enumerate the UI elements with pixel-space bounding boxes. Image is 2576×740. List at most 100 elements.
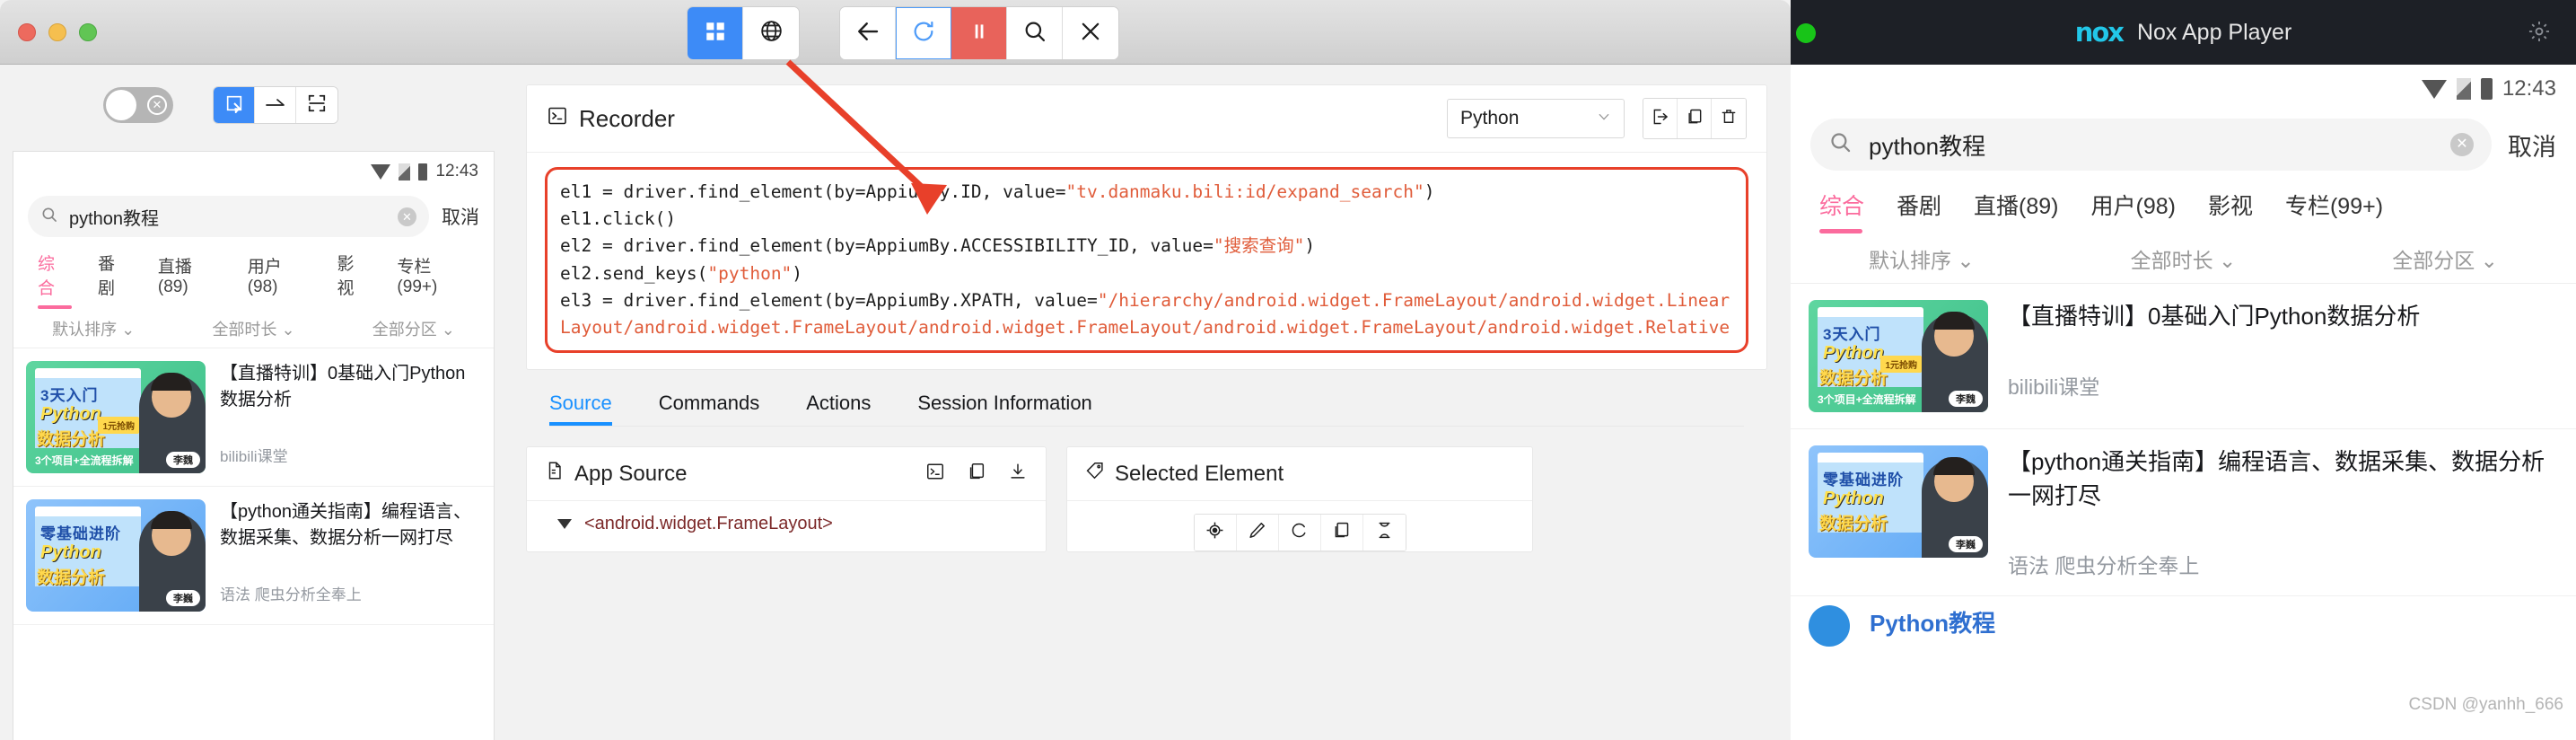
clear-actions-button[interactable] <box>1712 99 1746 138</box>
thumb-line2: Python <box>1823 343 1884 363</box>
device-category-tab[interactable]: 用户(98) <box>234 253 324 307</box>
language-select[interactable]: Python <box>1447 99 1625 138</box>
refresh-button[interactable] <box>896 7 951 59</box>
nox-category-tab[interactable]: 直播(89) <box>1958 189 2074 233</box>
video-uploader: bilibili课堂 <box>2008 374 2100 399</box>
open-in-terminal-button[interactable] <box>925 462 945 486</box>
video-title: 【直播特训】0基础入门Python数据分析 <box>2008 303 2421 330</box>
nox-search-cancel[interactable]: 取消 <box>2508 128 2556 163</box>
list-item[interactable]: Python教程 <box>1791 596 2576 648</box>
copy-attributes-button[interactable] <box>1320 515 1363 551</box>
battery-icon <box>418 163 428 181</box>
recorder-code-block[interactable]: el1 = driver.find_element(by=AppiumBy.ID… <box>545 167 1748 354</box>
clear-search-icon[interactable]: ✕ <box>398 207 416 226</box>
maximize-window-button[interactable] <box>79 23 97 41</box>
device-category-tab[interactable]: 番剧 <box>84 251 145 309</box>
device-clock: 12:43 <box>435 162 478 181</box>
get-timing-button[interactable] <box>1362 515 1406 551</box>
screenshot-root: ✕ 12:43 python教程 ✕ 取消 综合 番剧 直播(89) 用户(98… <box>0 0 2576 740</box>
app-source-title: App Source <box>574 461 688 486</box>
globe-view-button[interactable] <box>743 7 799 59</box>
thumb-line1: 零基础进阶 <box>40 525 121 542</box>
list-item[interactable]: 3天入门 Python 数据分析 3个项目+全流程拆解 1元抢购 李魏 【直播特… <box>13 348 494 487</box>
selected-element-header: Selected Element <box>1067 447 1532 502</box>
nox-filter-label: 全部分区 <box>2392 248 2475 272</box>
nox-category-tab[interactable]: 番剧 <box>1880 189 1958 233</box>
terminal-icon <box>547 105 568 133</box>
code-text: el3 = driver.find_element(by=AppiumBy.XP… <box>560 289 1098 311</box>
device-filter-dropdown[interactable]: 默认排序 ⌄ <box>52 317 135 340</box>
swipe-arrow-icon <box>265 95 286 116</box>
nox-device-screen[interactable]: 12:43 python教程 ✕ 取消 综合 番剧 直播(89) 用户(98) … <box>1791 65 2576 740</box>
nox-search-input[interactable]: python教程 ✕ <box>1810 119 2492 171</box>
device-screen[interactable]: 12:43 python教程 ✕ 取消 综合 番剧 直播(89) 用户(98) … <box>13 152 494 740</box>
code-text: el1 = driver.find_element(by=AppiumBy.ID… <box>560 181 1066 202</box>
clear-element-button[interactable] <box>1278 515 1321 551</box>
show-boilerplate-button[interactable] <box>1643 99 1678 138</box>
recorder-code-wrapper: el1 = driver.find_element(by=AppiumBy.ID… <box>527 153 1766 369</box>
device-category-tab[interactable]: 影视 <box>323 251 383 309</box>
thumb-line3: 数据分析 <box>37 430 106 449</box>
minimize-window-button[interactable] <box>48 23 66 41</box>
device-filter-label: 默认排序 <box>52 320 118 339</box>
video-thumbnail: 零基础进阶 Python 数据分析 李巍 <box>26 499 206 612</box>
nox-category-tab[interactable]: 影视 <box>2192 189 2269 233</box>
thumb-nametag: 李巍 <box>1949 536 1983 552</box>
select-element-mode[interactable] <box>214 87 255 123</box>
device-category-tab[interactable]: 直播(89) <box>145 253 234 307</box>
pause-button[interactable] <box>951 7 1007 59</box>
app-source-card: App Source <android.widget.FrameLayout> <box>526 446 1047 553</box>
thumb-line1: 3天入门 <box>40 387 99 404</box>
search-icon <box>40 206 58 228</box>
copy-source-button[interactable] <box>967 462 986 486</box>
grid-view-button[interactable] <box>688 7 743 59</box>
signal-icon <box>399 163 411 181</box>
nox-category-tab[interactable]: 专栏(99+) <box>2269 189 2399 233</box>
view-mode-group <box>687 6 800 60</box>
tap-by-coordinates-mode[interactable] <box>296 87 337 123</box>
tab-commands[interactable]: Commands <box>659 392 759 426</box>
nox-category-tab[interactable]: 综合 <box>1803 189 1880 233</box>
close-window-button[interactable] <box>18 23 36 41</box>
nox-filter-dropdown[interactable]: 全部时长 ⌄ <box>2131 243 2237 274</box>
device-category-tab[interactable]: 专栏(99+) <box>383 253 483 307</box>
thumb-line3: 数据分析 <box>1819 369 1888 388</box>
video-title: 【直播特训】0基础入门Python数据分析 <box>220 364 466 410</box>
back-button[interactable] <box>840 7 896 59</box>
list-item[interactable]: 零基础进阶 Python 数据分析 李巍 【python通关指南】编程语言、数据… <box>13 487 494 625</box>
tab-source[interactable]: Source <box>549 392 612 427</box>
copy-code-button[interactable] <box>1678 99 1712 138</box>
device-search-cancel[interactable]: 取消 <box>442 203 479 230</box>
device-filter-dropdown[interactable]: 全部分区 ⌄ <box>372 317 455 340</box>
nox-filter-dropdown[interactable]: 默认排序 ⌄ <box>1869 243 1975 274</box>
device-filter-dropdown[interactable]: 全部时长 ⌄ <box>212 317 294 340</box>
thumb-badge: 1元抢购 <box>1880 356 1922 373</box>
screenshot-refresh-toggle[interactable]: ✕ <box>103 87 173 123</box>
nox-category-tab[interactable]: 用户(98) <box>2075 189 2192 233</box>
close-session-button[interactable] <box>1063 7 1118 59</box>
source-tree-root-row[interactable]: <android.widget.FrameLayout> <box>527 501 1046 534</box>
nox-filter-dropdown[interactable]: 全部分区 ⌄ <box>2392 243 2498 274</box>
list-item[interactable]: 3天入门 Python 数据分析 3个项目+全流程拆解 1元抢购 李魏 【直播特… <box>1791 284 2576 429</box>
clear-search-icon[interactable]: ✕ <box>2450 133 2474 156</box>
code-string: "python" <box>707 262 793 284</box>
selected-element-title-group: Selected Element <box>1085 461 1284 487</box>
swipe-mode[interactable] <box>255 87 296 123</box>
device-search-input[interactable]: python教程 ✕ <box>28 196 429 237</box>
thumb-window-bar <box>1818 453 1923 462</box>
tab-session-information[interactable]: Session Information <box>917 392 1091 426</box>
selected-element-actions <box>1067 501 1532 552</box>
tab-actions[interactable]: Actions <box>806 392 871 426</box>
window-titlebar <box>0 0 1791 65</box>
send-keys-button[interactable] <box>1236 515 1279 551</box>
tap-element-button[interactable] <box>1194 515 1237 551</box>
code-text: el1.click() <box>560 208 677 230</box>
list-item[interactable]: 零基础进阶 Python 数据分析 李巍 【python通关指南】编程语言、数据… <box>1791 429 2576 597</box>
search-button[interactable] <box>1007 7 1063 59</box>
download-source-button[interactable] <box>1008 462 1028 486</box>
nox-settings-button[interactable] <box>2528 20 2551 48</box>
device-category-tab[interactable]: 综合 <box>24 251 84 309</box>
grid-icon <box>704 20 727 48</box>
chevron-down-icon[interactable] <box>557 519 572 530</box>
copy-icon <box>1332 521 1351 544</box>
